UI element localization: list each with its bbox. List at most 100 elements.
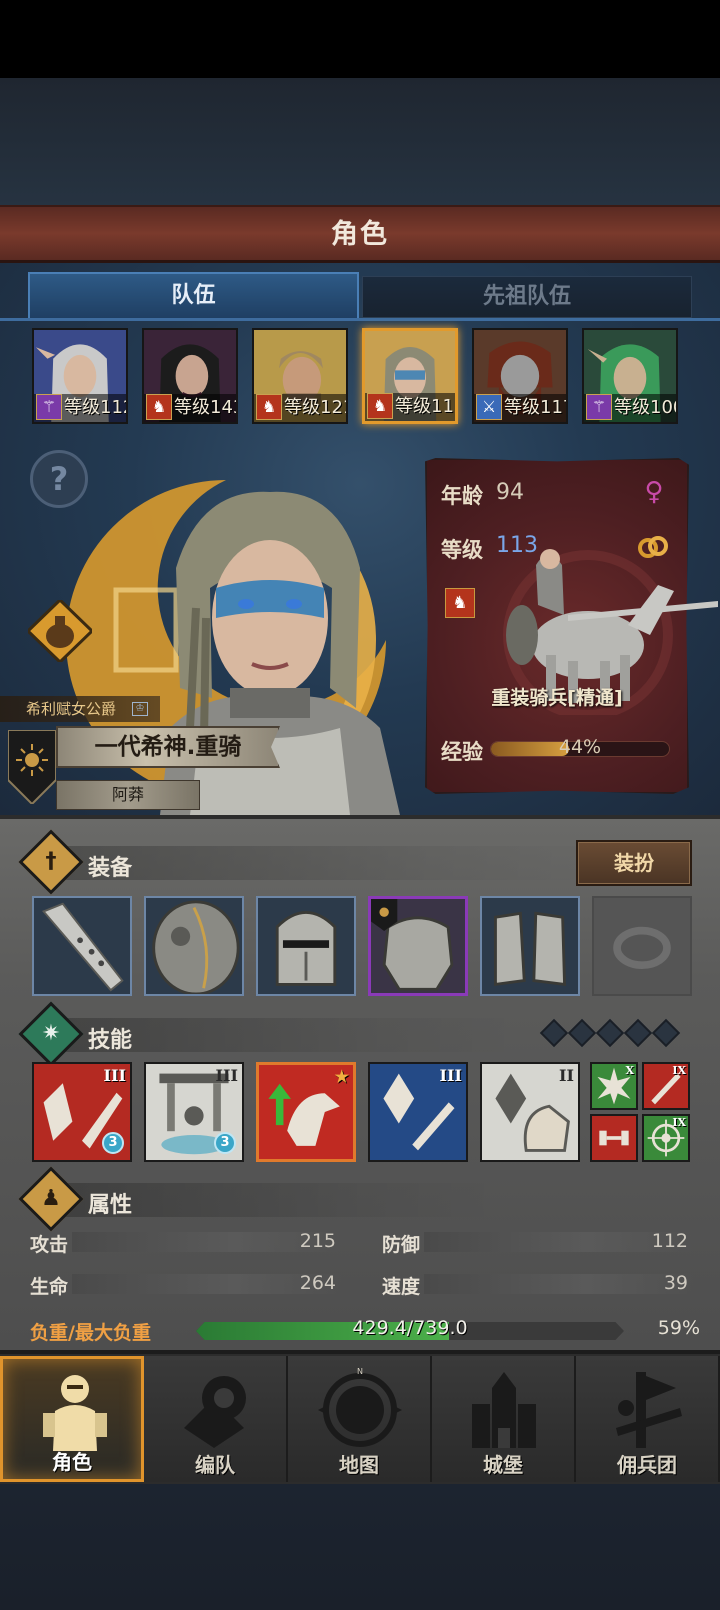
rings-icon[interactable] <box>636 532 670 562</box>
horse-icon: ♞ <box>256 394 282 420</box>
defense-label: 防御 <box>382 1234 421 1256</box>
tab-team[interactable]: 队伍 <box>28 272 359 318</box>
hero-card-2[interactable]: ♞ 等级143 <box>142 328 238 424</box>
skill-rank: II <box>559 1066 574 1085</box>
hero-level-2: 等级143 <box>174 397 238 418</box>
skill-rank: III <box>103 1066 126 1085</box>
attack-value: 215 <box>299 1230 336 1252</box>
castle-icon <box>472 1372 536 1448</box>
defense-value: 112 <box>651 1230 688 1252</box>
greaves-icon <box>494 911 567 987</box>
background-bottom <box>0 1484 720 1610</box>
status-bar-blank <box>0 0 720 78</box>
skills-title: 技能 <box>88 1028 133 1053</box>
outfit-button[interactable]: 装扮 <box>576 840 692 886</box>
hero-name-plate[interactable]: 一代希神.重骑 <box>56 726 280 768</box>
equipment-slot-shield[interactable] <box>144 896 244 996</box>
nav-formation[interactable]: 编队 <box>144 1356 288 1482</box>
hero-level-6: 等级100 <box>614 397 678 418</box>
speed-value: 39 <box>663 1272 688 1294</box>
nav-label: 城堡 <box>483 1453 523 1477</box>
tab-underline <box>0 318 720 321</box>
crown-icon: ♔ <box>132 702 148 716</box>
nav-castle[interactable]: 城堡 <box>432 1356 576 1482</box>
nav-label: 角色 <box>52 1450 92 1474</box>
exp-percent: 44% <box>558 736 602 758</box>
hero-card-1[interactable]: ⚚ 等级112 <box>32 328 128 424</box>
hp-label: 生命 <box>30 1276 69 1298</box>
skill-slot-2[interactable]: III 3 <box>144 1062 244 1162</box>
potion-icon[interactable] <box>28 600 92 662</box>
passive-rank: IX <box>672 1116 686 1129</box>
hero-level-4: 等级113 <box>395 396 455 417</box>
equipment-slot-weapon[interactable] <box>32 896 132 996</box>
hero-card-4-selected[interactable]: ♞ 等级113 <box>362 328 458 424</box>
formation-icon <box>184 1376 246 1448</box>
nav-character[interactable]: 角色 <box>0 1356 144 1482</box>
passive-skill-2[interactable]: IX <box>642 1062 690 1110</box>
equipment-slot-helmet[interactable] <box>256 896 356 996</box>
sword-icon: ⚔ <box>476 394 502 420</box>
staff-icon: ⚚ <box>586 394 612 420</box>
age-label: 年龄 <box>441 484 483 508</box>
horse-icon: ♞ <box>146 394 172 420</box>
load-value: 429.4/739.0 <box>352 1317 468 1339</box>
knight-icon <box>43 1375 107 1451</box>
horse-icon: ♞ <box>445 588 475 618</box>
background-top <box>0 78 720 205</box>
passive-skill-3[interactable] <box>590 1114 638 1162</box>
skill-rank: III <box>215 1066 238 1085</box>
equipment-title: 装备 <box>88 856 133 881</box>
equipment-slot-armor[interactable] <box>368 896 468 996</box>
skill-slot-4[interactable]: III <box>368 1062 468 1162</box>
helmet-icon <box>275 911 337 986</box>
nav-label: 编队 <box>195 1453 235 1477</box>
nav-label: 佣兵团 <box>617 1453 677 1477</box>
skill-slot-1[interactable]: III 3 <box>32 1062 132 1162</box>
hp-value: 264 <box>299 1272 336 1294</box>
passive-rank: X <box>625 1064 634 1077</box>
player-name-plate: 阿莽 <box>56 780 200 810</box>
dumbbell-icon <box>599 1130 629 1146</box>
skill-gem-count: 3 <box>102 1132 124 1154</box>
hero-card-3[interactable]: ♞ 等级121 <box>252 328 348 424</box>
passive-skill-1[interactable]: X <box>590 1062 638 1110</box>
ring-icon <box>613 926 671 970</box>
passive-skill-4[interactable]: IX <box>642 1114 690 1162</box>
player-name: 阿莽 <box>111 785 144 804</box>
tab-ancestor-label: 先祖队伍 <box>482 284 571 309</box>
tab-ancestor-team[interactable]: 先祖队伍 <box>362 276 692 318</box>
sun-shield-icon <box>8 730 56 804</box>
page-header: 角色 <box>0 205 720 263</box>
staff-icon: ⚚ <box>36 394 62 420</box>
exp-label: 经验 <box>441 740 483 764</box>
mercenary-icon <box>616 1372 682 1448</box>
class-name: 重装骑兵[精通] <box>491 687 623 709</box>
hero-card-5[interactable]: ⚔ 等级117 <box>472 328 568 424</box>
page-title: 角色 <box>331 219 389 250</box>
skill-gem-count: 3 <box>214 1132 236 1154</box>
hero-level-1: 等级112 <box>64 397 128 418</box>
passive-rank: IX <box>672 1064 686 1077</box>
nav-mercenaries[interactable]: 佣兵团 <box>576 1356 720 1482</box>
attack-label: 攻击 <box>30 1234 69 1256</box>
equipment-slot-boots[interactable] <box>480 896 580 996</box>
skill-rank-star: ★ <box>334 1067 349 1086</box>
skill-slot-3[interactable]: ★ <box>256 1062 356 1162</box>
tab-team-label: 队伍 <box>171 283 216 308</box>
shield-icon <box>152 900 240 994</box>
nav-map[interactable]: N 地图 <box>288 1356 432 1482</box>
svg-text:N: N <box>357 1368 363 1376</box>
hero-card-6[interactable]: ⚚ 等级100 <box>582 328 678 424</box>
skill-rank: III <box>439 1066 462 1085</box>
level-value: 113 <box>496 533 538 558</box>
level-label: 等级 <box>441 538 483 562</box>
age-value: 94 <box>496 480 524 505</box>
hero-level-3: 等级121 <box>284 397 348 418</box>
skill-slot-5[interactable]: II <box>480 1062 580 1162</box>
hero-title-name: 一代希神.重骑 <box>94 734 242 760</box>
load-label: 负重/最大负重 <box>30 1322 151 1344</box>
equipment-slot-ring-empty[interactable] <box>592 896 692 996</box>
armor-icon <box>371 899 465 993</box>
attributes-title: 属性 <box>88 1193 133 1218</box>
